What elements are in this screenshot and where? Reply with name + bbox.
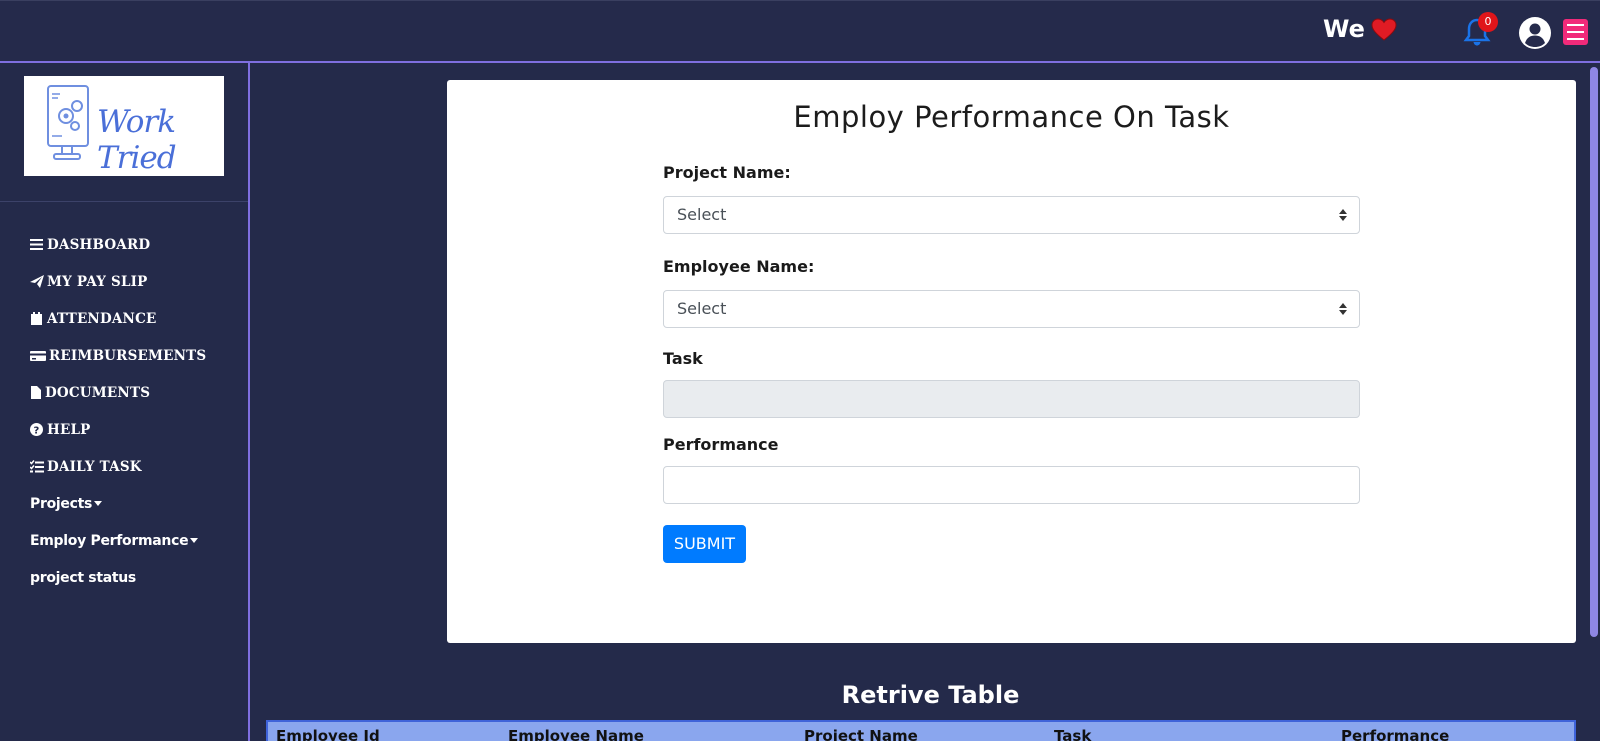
sidebar-item-label: REIMBURSEMENTS [49,347,207,364]
logo[interactable]: Work Tried [24,76,224,176]
sidebar-item-label: ATTENDANCE [47,310,157,327]
svg-text:?: ? [33,426,39,437]
we-love-text: We [1323,15,1365,43]
sidebar: Work Tried DASHBOARD MY PAY SLIP ATTENDA… [0,61,250,741]
sidebar-item-project-status[interactable]: project status [30,559,206,596]
select-arrows-icon [1339,303,1347,315]
paper-plane-icon [30,275,44,288]
performance-field[interactable] [663,466,1360,504]
caret-down-icon [94,501,103,506]
scrollbar-thumb[interactable] [1590,67,1598,637]
credit-card-icon [30,351,46,361]
sidebar-item-documents[interactable]: DOCUMENTS [30,374,206,411]
sidebar-item-employ-performance[interactable]: Employ Performance [30,522,206,559]
sidebar-item-projects[interactable]: Projects [30,485,206,522]
caret-down-icon [190,538,199,543]
sidebar-divider [0,201,248,202]
sidebar-item-label: DOCUMENTS [45,384,151,401]
calendar-icon [31,312,42,325]
heart-icon [1371,18,1397,41]
page-title: Employ Performance On Task [793,100,1230,134]
retrieve-table-header: Employee Id Employee Name Project Name T… [266,720,1576,741]
sidebar-item-label: HELP [47,421,91,438]
logo-text: Work Tried [97,104,177,176]
sidebar-item-reimbursements[interactable]: REIMBURSEMENTS [30,337,206,374]
performance-label: Performance [663,435,779,454]
main-content: Employ Performance On Task Project Name:… [250,61,1600,741]
submit-button[interactable]: SUBMIT [663,525,746,563]
sidebar-item-label: DASHBOARD [47,236,151,253]
sidebar-item-label: Employ Performance [30,532,189,549]
bars-icon [30,239,43,250]
sidebar-item-dashboard[interactable]: DASHBOARD [30,226,206,263]
sidebar-item-attendance[interactable]: ATTENDANCE [30,300,206,337]
sidebar-item-my-pay-slip[interactable]: MY PAY SLIP [30,263,206,300]
user-avatar-icon[interactable] [1518,16,1552,50]
sidebar-item-label: DAILY TASK [47,458,142,475]
table-title: Retrive Table [841,681,1020,709]
project-name-select[interactable]: Select [663,196,1360,234]
employee-name-select-value: Select [677,299,727,318]
hamburger-menu-button[interactable] [1563,19,1588,45]
column-header: Task [1054,727,1092,741]
sidebar-item-help[interactable]: ? HELP [30,411,206,448]
column-header: Performance [1341,727,1450,741]
sidebar-item-label: MY PAY SLIP [47,273,148,290]
column-header: Employee Id [276,727,380,741]
column-header: Project Name [804,727,918,741]
notification-badge: 0 [1478,12,1498,32]
computer-gear-icon [47,85,89,160]
task-field[interactable] [663,380,1360,418]
sidebar-nav: DASHBOARD MY PAY SLIP ATTENDANCE REIMBUR… [30,226,206,596]
performance-form-card: Employ Performance On Task Project Name:… [447,80,1576,643]
project-name-select-value: Select [677,205,727,224]
sidebar-item-daily-task[interactable]: DAILY TASK [30,448,206,485]
project-name-label: Project Name: [663,163,791,182]
select-arrows-icon [1339,209,1347,221]
tasks-icon [30,460,44,473]
question-circle-icon: ? [30,423,43,437]
sidebar-item-label: Projects [30,495,93,512]
employee-name-label: Employee Name: [663,257,815,276]
task-label: Task [663,349,703,368]
file-icon [31,386,41,399]
employee-name-select[interactable]: Select [663,290,1360,328]
sidebar-item-label: project status [30,569,136,586]
top-navbar: We 0 [0,0,1600,61]
column-header: Employee Name [508,727,644,741]
